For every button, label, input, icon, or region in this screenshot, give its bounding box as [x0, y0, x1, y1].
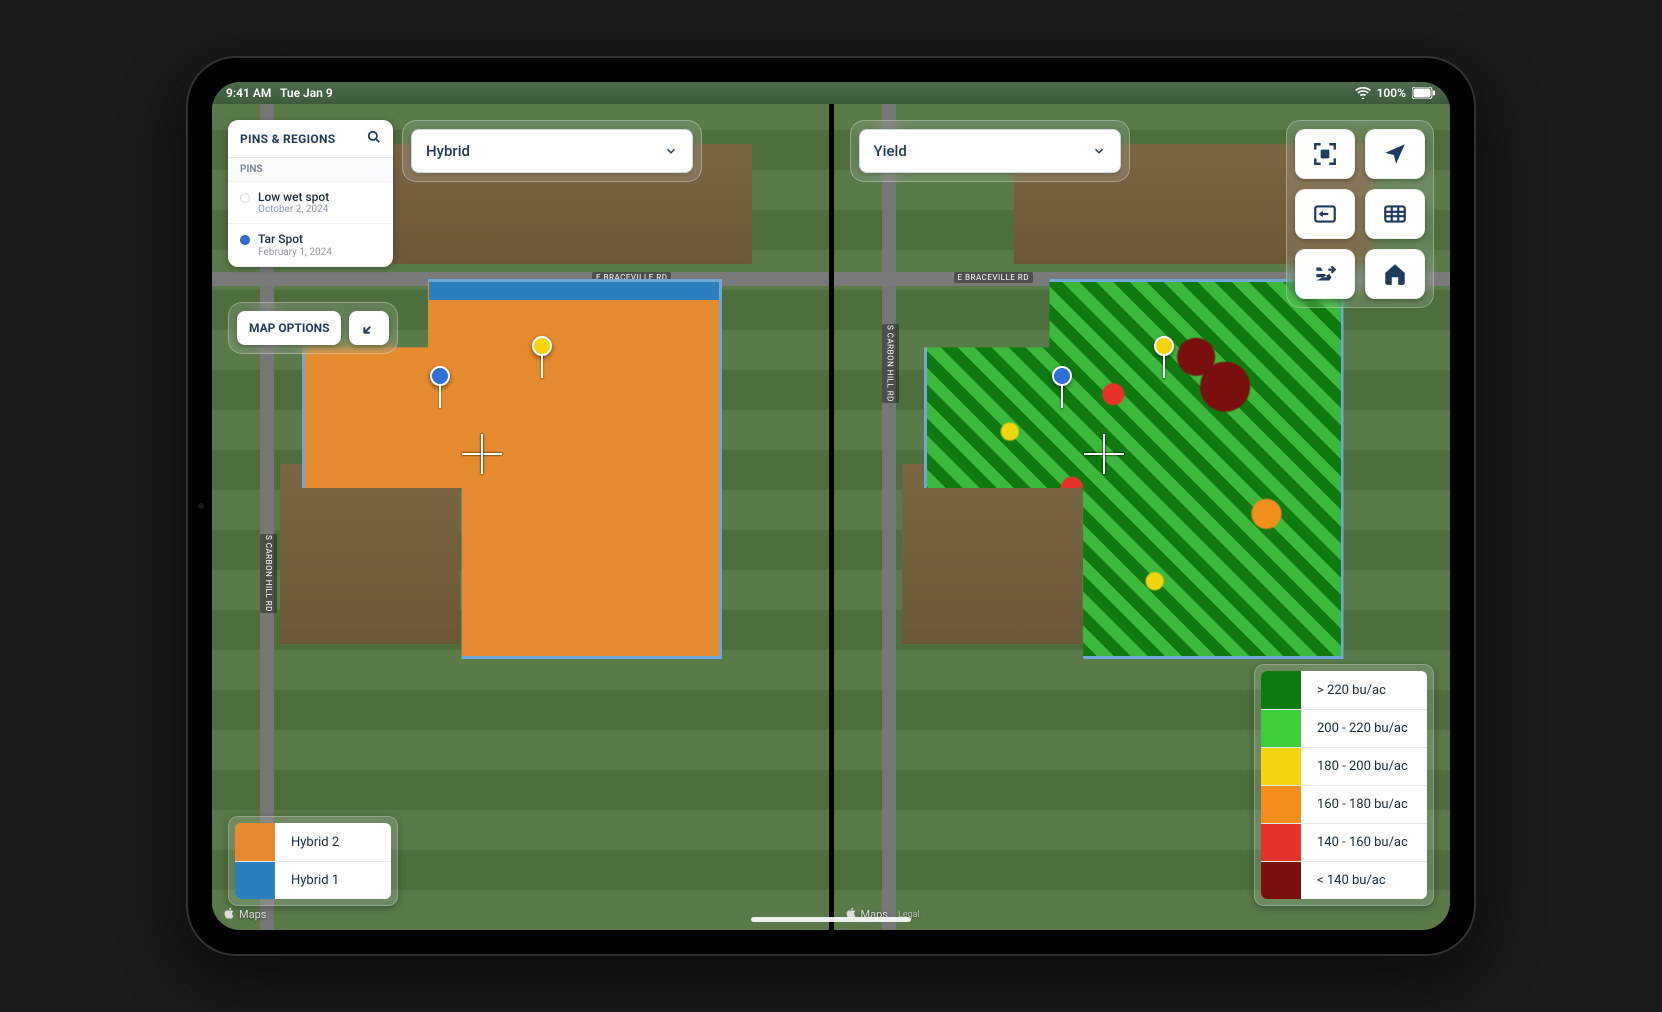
- legend-row: 200 - 220 bu/ac: [1261, 709, 1427, 747]
- crosshair-right: [1084, 434, 1124, 474]
- legend-label: < 140 bu/ac: [1301, 862, 1427, 899]
- left-dropdown-wrap: Hybrid: [402, 120, 702, 182]
- legend-swatch: [1261, 862, 1301, 899]
- road-label-v: S CARBON HILL RD: [260, 534, 277, 613]
- map-attribution: Maps: [224, 907, 266, 922]
- split-view: E BRACEVILLE RD S CARBON HILL RD PINS & …: [212, 104, 1450, 930]
- legend-label: 140 - 160 bu/ac: [1301, 824, 1427, 861]
- home-indicator[interactable]: [751, 917, 911, 922]
- legend-row: 180 - 200 bu/ac: [1261, 747, 1427, 785]
- pin-dot-icon: [240, 193, 250, 203]
- legend-label: 160 - 180 bu/ac: [1301, 786, 1427, 823]
- yield-legend: > 220 bu/ac 200 - 220 bu/ac 180 - 200 bu…: [1254, 664, 1434, 906]
- road-label-v: S CARBON HILL RD: [882, 324, 899, 403]
- map-options-button[interactable]: MAP OPTIONS: [237, 311, 341, 345]
- map-pin-yellow[interactable]: [532, 336, 552, 356]
- status-date: Tue Jan 9: [280, 86, 333, 100]
- pin-dot-icon: [240, 235, 250, 245]
- screen: 9:41 AM Tue Jan 9 100%: [212, 82, 1450, 930]
- legend-row: 140 - 160 bu/ac: [1261, 823, 1427, 861]
- right-map-pane[interactable]: E BRACEVILLE RD S CARBON HILL RD Yield: [834, 104, 1451, 930]
- legend-swatch: [235, 823, 275, 861]
- crosshair-left: [462, 434, 502, 474]
- pins-panel-header: PINS & REGIONS: [228, 120, 393, 158]
- wifi-icon: [1355, 87, 1371, 99]
- ipad-frame: 9:41 AM Tue Jan 9 100%: [186, 56, 1476, 956]
- legend-swatch: [1261, 748, 1301, 785]
- pin-item-date: October 2, 2024: [258, 204, 329, 215]
- status-right: 100%: [1355, 86, 1436, 100]
- layer-dropdown-right[interactable]: Yield: [859, 129, 1121, 173]
- road-vertical: [882, 104, 896, 930]
- legend-label: 200 - 220 bu/ac: [1301, 710, 1427, 747]
- map-tools-grid: [1286, 120, 1434, 308]
- legend-label: Hybrid 1: [275, 862, 391, 899]
- map-pin-blue[interactable]: [430, 366, 450, 386]
- map-options-bar: MAP OPTIONS: [228, 302, 398, 354]
- dropdown-label: Yield: [874, 142, 907, 160]
- swap-view-button[interactable]: [1295, 189, 1355, 239]
- legend-label: 180 - 200 bu/ac: [1301, 748, 1427, 785]
- status-left: 9:41 AM Tue Jan 9: [226, 86, 333, 100]
- legend-row: > 220 bu/ac: [1261, 671, 1427, 709]
- legend-swatch: [1261, 710, 1301, 747]
- right-dropdown-wrap: Yield: [850, 120, 1130, 182]
- search-icon[interactable]: [367, 130, 381, 147]
- fullscreen-button[interactable]: [1295, 129, 1355, 179]
- legend-swatch: [1261, 671, 1301, 709]
- pins-section-header: PINS: [228, 158, 393, 182]
- collapse-panel-button[interactable]: [349, 311, 389, 345]
- legend-toggle-button[interactable]: [1295, 249, 1355, 299]
- pin-item-name: Tar Spot: [258, 232, 332, 246]
- legend-swatch: [1261, 824, 1301, 861]
- adjacent-field: [902, 464, 1082, 644]
- apple-logo-icon: [224, 907, 235, 922]
- grid-table-button[interactable]: [1365, 189, 1425, 239]
- dropdown-label: Hybrid: [426, 142, 470, 160]
- pin-item-date: February 1, 2024: [258, 247, 332, 258]
- legend-swatch: [235, 862, 275, 899]
- legend-label: > 220 bu/ac: [1301, 671, 1427, 709]
- layer-dropdown-left[interactable]: Hybrid: [411, 129, 693, 173]
- pins-regions-panel: PINS & REGIONS PINS Low wet spot October…: [228, 120, 393, 267]
- pins-panel-title: PINS & REGIONS: [240, 132, 335, 146]
- status-battery: 100%: [1377, 86, 1406, 100]
- legend-row: Hybrid 2: [235, 823, 391, 861]
- status-time: 9:41 AM: [226, 86, 271, 100]
- pin-item[interactable]: Tar Spot February 1, 2024: [228, 224, 393, 266]
- map-pin-yellow[interactable]: [1154, 336, 1174, 356]
- locate-button[interactable]: [1365, 129, 1425, 179]
- legend-row: < 140 bu/ac: [1261, 861, 1427, 899]
- pin-item[interactable]: Low wet spot October 2, 2024: [228, 182, 393, 224]
- road-label-h: E BRACEVILLE RD: [954, 272, 1033, 283]
- map-pin-blue[interactable]: [1052, 366, 1072, 386]
- legend-row: 160 - 180 bu/ac: [1261, 785, 1427, 823]
- chevron-down-icon: [1092, 144, 1106, 158]
- legend-row: Hybrid 1: [235, 861, 391, 899]
- status-bar: 9:41 AM Tue Jan 9 100%: [212, 82, 1450, 104]
- battery-icon: [1412, 87, 1436, 99]
- legend-swatch: [1261, 786, 1301, 823]
- hybrid-legend: Hybrid 2 Hybrid 1: [228, 816, 398, 906]
- legend-label: Hybrid 2: [275, 823, 391, 861]
- pin-item-name: Low wet spot: [258, 190, 329, 204]
- left-map-pane[interactable]: E BRACEVILLE RD S CARBON HILL RD PINS & …: [212, 104, 829, 930]
- home-button[interactable]: [1365, 249, 1425, 299]
- adjacent-field: [280, 464, 460, 644]
- chevron-down-icon: [664, 144, 678, 158]
- attribution-provider: Maps: [239, 908, 266, 921]
